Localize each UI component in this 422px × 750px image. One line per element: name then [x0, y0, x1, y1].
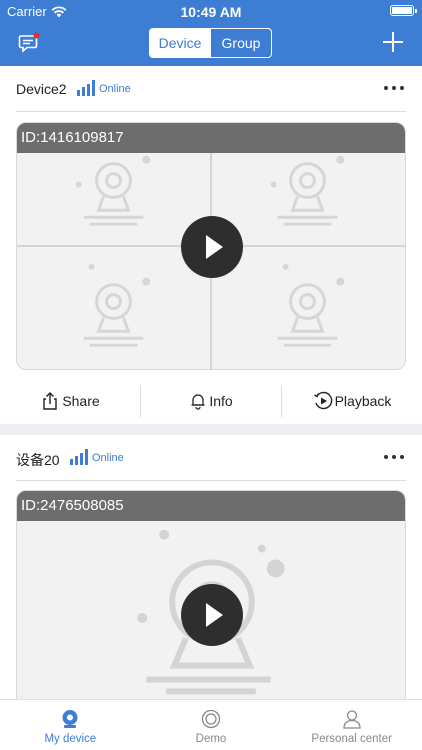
bell-icon: [191, 394, 205, 410]
device-group-segmented-control[interactable]: Device Group: [149, 28, 272, 58]
divider: [16, 480, 406, 481]
camera-preview[interactable]: ID:1416109817: [16, 122, 406, 370]
tab-label: My device: [44, 733, 97, 745]
playback-icon: [313, 391, 332, 410]
info-button[interactable]: Info: [140, 385, 281, 417]
divider: [16, 111, 406, 112]
play-button[interactable]: [181, 584, 243, 646]
more-options-icon[interactable]: [384, 80, 404, 96]
lens-icon: [201, 709, 221, 729]
online-status: Online: [92, 452, 124, 464]
tab-my-device[interactable]: My device: [0, 700, 141, 750]
segment-device[interactable]: Device: [150, 29, 210, 57]
tab-label: Demo: [195, 733, 227, 745]
info-label: Info: [209, 393, 233, 409]
play-button[interactable]: [181, 216, 243, 278]
share-button[interactable]: Share: [0, 385, 140, 417]
message-icon[interactable]: [18, 32, 40, 54]
device-name: Device2: [16, 81, 67, 97]
clock: 10:49 AM: [180, 4, 242, 20]
online-status: Online: [99, 83, 131, 95]
share-icon: [43, 392, 58, 410]
camera-preview[interactable]: ID:2476508085: [16, 490, 406, 699]
plus-icon[interactable]: [382, 31, 404, 53]
device-name: 设备20: [16, 452, 60, 468]
signal-strength-icon: [77, 80, 95, 96]
device-card: 设备20 Online ID:2476508085: [0, 435, 422, 699]
device-id-label: ID:2476508085: [17, 491, 405, 521]
share-label: Share: [62, 393, 100, 409]
playback-label: Playback: [334, 393, 392, 409]
device-card-header: 设备20 Online: [0, 435, 422, 481]
status-bar: Carrier 10:49 AM: [0, 0, 422, 22]
more-options-icon[interactable]: [384, 449, 404, 465]
playback-button[interactable]: Playback: [281, 385, 422, 417]
tab-label: Personal center: [311, 733, 392, 745]
device-actions: Share Info Playback: [0, 379, 422, 423]
device-id-label: ID:1416109817: [17, 123, 405, 153]
person-icon: [343, 710, 361, 729]
camera-icon: [62, 710, 78, 728]
segment-group[interactable]: Group: [210, 29, 271, 57]
tab-demo[interactable]: Demo: [141, 700, 282, 750]
top-bar: Carrier 10:49 AM Device Group: [0, 0, 422, 66]
device-card-header: Device2 Online: [0, 66, 422, 112]
tab-personal-center[interactable]: Personal center: [281, 700, 422, 750]
device-card: Device2 Online ID:1416109817 Share Info …: [0, 66, 422, 424]
tab-bar: My device Demo Personal center: [0, 699, 422, 750]
signal-strength-icon: [70, 449, 88, 465]
device-list: Device2 Online ID:1416109817 Share Info …: [0, 66, 422, 699]
notification-badge: [33, 32, 40, 39]
battery-icon: [390, 5, 417, 16]
